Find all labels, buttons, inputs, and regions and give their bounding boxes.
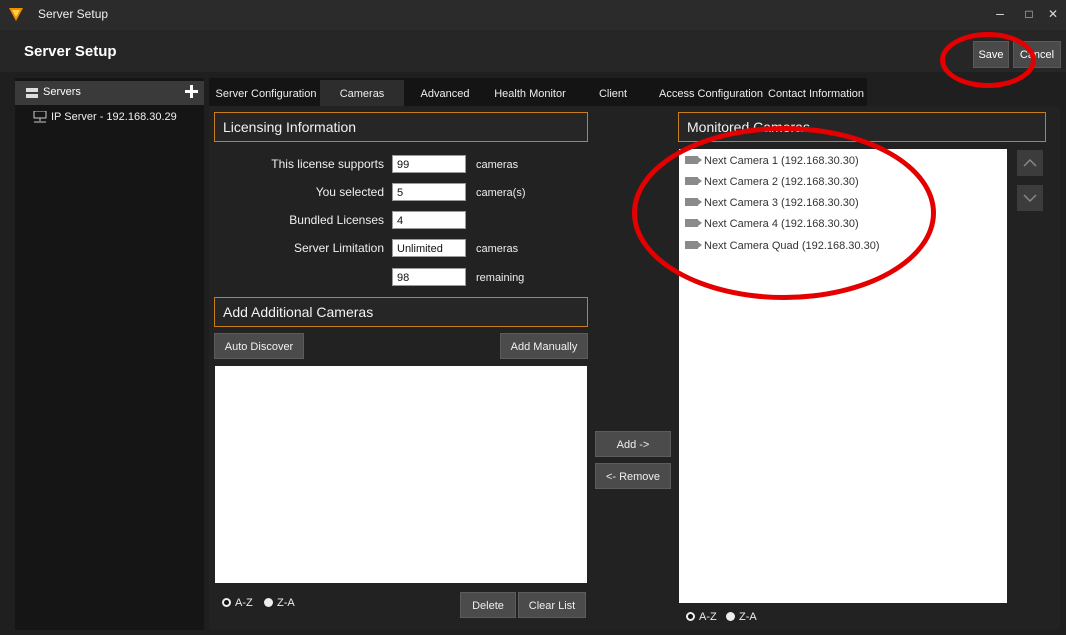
tab-server-configuration[interactable]: Server Configuration bbox=[213, 80, 319, 106]
camera-label: Next Camera 3 (192.168.30.30) bbox=[704, 197, 859, 209]
save-button[interactable]: Save bbox=[973, 41, 1009, 68]
license-supports-field: 99 bbox=[392, 155, 466, 173]
list-item[interactable]: Next Camera 3 (192.168.30.30) bbox=[685, 197, 859, 209]
camera-label: Next Camera 1 (192.168.30.30) bbox=[704, 155, 859, 167]
tab-access-configuration[interactable]: Access Configuration bbox=[658, 80, 764, 106]
app-logo-icon bbox=[9, 8, 23, 21]
server-limitation-field: Unlimited bbox=[392, 239, 466, 257]
camera-icon bbox=[685, 219, 702, 227]
monitored-sort-az-radio[interactable]: A-Z bbox=[686, 611, 717, 623]
radio-icon bbox=[726, 612, 735, 621]
sort-az-label: A-Z bbox=[235, 597, 253, 609]
discovered-cameras-list[interactable] bbox=[215, 366, 587, 583]
bundled-licenses-label: Bundled Licenses bbox=[289, 213, 384, 227]
radio-selected-icon bbox=[222, 598, 231, 607]
tab-cameras[interactable]: Cameras bbox=[320, 80, 404, 106]
add-server-icon[interactable] bbox=[185, 85, 198, 98]
tab-client[interactable]: Client bbox=[588, 80, 638, 106]
tab-contact-information[interactable]: Contact Information bbox=[768, 80, 864, 106]
server-list-icon bbox=[26, 88, 38, 98]
list-item[interactable]: Next Camera 2 (192.168.30.30) bbox=[685, 176, 859, 188]
move-down-button[interactable] bbox=[1017, 185, 1043, 211]
window-title: Server Setup bbox=[38, 7, 109, 21]
radio-icon bbox=[264, 598, 273, 607]
monitored-cameras-section-title: Monitored Cameras bbox=[678, 112, 1046, 142]
delete-button[interactable]: Delete bbox=[460, 592, 516, 618]
camera-label: Next Camera 4 (192.168.30.30) bbox=[704, 218, 859, 230]
license-supports-label: This license supports bbox=[271, 157, 384, 171]
server-limitation-unit: cameras bbox=[476, 243, 519, 255]
maximize-button[interactable]: □ bbox=[1017, 7, 1041, 21]
title-bar bbox=[0, 0, 1066, 30]
minimize-button[interactable]: – bbox=[988, 5, 1012, 21]
close-button[interactable]: ✕ bbox=[1041, 7, 1065, 21]
tab-health-monitor[interactable]: Health Monitor bbox=[490, 80, 570, 106]
remove-button[interactable]: <- Remove bbox=[595, 463, 671, 489]
camera-icon bbox=[685, 177, 702, 185]
selected-unit: camera(s) bbox=[476, 187, 526, 199]
selected-field: 5 bbox=[392, 183, 466, 201]
licensing-section-title: Licensing Information bbox=[214, 112, 588, 142]
servers-heading: Servers bbox=[43, 86, 81, 98]
server-limitation-label: Server Limitation bbox=[293, 241, 384, 255]
chevron-up-icon bbox=[1023, 158, 1037, 167]
sidebar-item-ip-server[interactable]: IP Server - 192.168.30.29 bbox=[51, 111, 177, 123]
radio-selected-icon bbox=[686, 612, 695, 621]
move-up-button[interactable] bbox=[1017, 150, 1043, 176]
monitored-sort-za-radio[interactable]: Z-A bbox=[726, 611, 757, 623]
add-manually-button[interactable]: Add Manually bbox=[500, 333, 588, 359]
tab-advanced[interactable]: Advanced bbox=[414, 80, 476, 106]
servers-sidebar bbox=[15, 78, 204, 630]
remaining-unit: remaining bbox=[476, 272, 525, 284]
auto-discover-button[interactable]: Auto Discover bbox=[214, 333, 304, 359]
list-item[interactable]: Next Camera 1 (192.168.30.30) bbox=[685, 155, 859, 167]
camera-label: Next Camera 2 (192.168.30.30) bbox=[704, 176, 859, 188]
bundled-licenses-field: 4 bbox=[392, 211, 466, 229]
camera-icon bbox=[685, 156, 702, 164]
camera-icon bbox=[685, 241, 702, 249]
clear-list-button[interactable]: Clear List bbox=[518, 592, 586, 618]
camera-icon bbox=[685, 198, 702, 206]
additional-cameras-section-title: Add Additional Cameras bbox=[214, 297, 588, 327]
sort-az-radio[interactable]: A-Z bbox=[222, 597, 253, 609]
camera-label: Next Camera Quad (192.168.30.30) bbox=[704, 240, 880, 252]
page-header bbox=[0, 30, 1066, 72]
page-title: Server Setup bbox=[24, 43, 117, 60]
cancel-button[interactable]: Cancel bbox=[1013, 41, 1061, 68]
server-icon bbox=[33, 111, 47, 123]
add-button[interactable]: Add -> bbox=[595, 431, 671, 457]
license-supports-unit: cameras bbox=[476, 159, 519, 171]
sort-za-radio[interactable]: Z-A bbox=[264, 597, 295, 609]
sort-za-label: Z-A bbox=[277, 597, 295, 609]
monitored-sort-az-label: A-Z bbox=[699, 611, 717, 623]
server-setup-window: Server Setup – □ ✕ Server Setup Save Can… bbox=[0, 0, 1066, 635]
remaining-field: 98 bbox=[392, 268, 466, 286]
monitored-sort-za-label: Z-A bbox=[739, 611, 757, 623]
list-item[interactable]: Next Camera 4 (192.168.30.30) bbox=[685, 218, 859, 230]
selected-label: You selected bbox=[315, 185, 384, 199]
chevron-down-icon bbox=[1023, 194, 1037, 203]
list-item[interactable]: Next Camera Quad (192.168.30.30) bbox=[685, 240, 880, 252]
